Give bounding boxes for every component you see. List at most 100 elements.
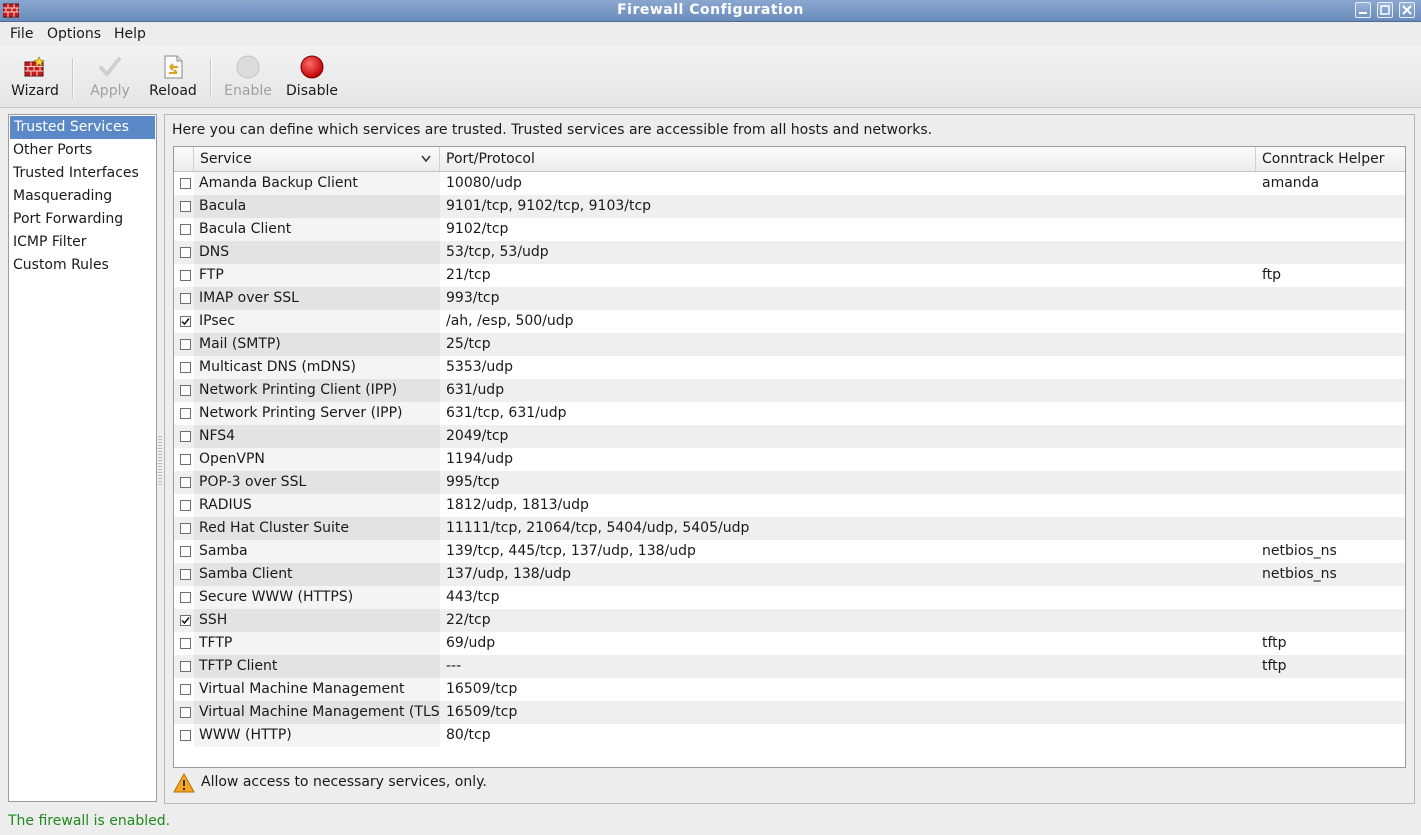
- table-row[interactable]: DNS 53/tcp, 53/udp: [174, 241, 1405, 264]
- service-checkbox[interactable]: [180, 569, 191, 580]
- menu-file[interactable]: File: [10, 26, 33, 42]
- disable-label: Disable: [286, 83, 338, 99]
- service-checkbox[interactable]: [180, 523, 191, 534]
- service-checkbox[interactable]: [180, 661, 191, 672]
- service-checkbox[interactable]: [180, 316, 191, 327]
- table-row[interactable]: SSH 22/tcp: [174, 609, 1405, 632]
- conntrack-helper-cell: [1256, 494, 1405, 517]
- sidebar-item-icmp-filter[interactable]: ICMP Filter: [9, 231, 156, 254]
- service-checkbox[interactable]: [180, 201, 191, 212]
- service-checkbox[interactable]: [180, 638, 191, 649]
- table-row[interactable]: Red Hat Cluster Suite 11111/tcp, 21064/tc…: [174, 517, 1405, 540]
- note-text: Allow access to necessary services, only…: [201, 774, 487, 790]
- table-row[interactable]: IPsec/ah, /esp, 500/udp: [174, 310, 1405, 333]
- service-checkbox[interactable]: [180, 500, 191, 511]
- service-name-cell: TFTP: [194, 632, 440, 655]
- service-checkbox[interactable]: [180, 546, 191, 557]
- menu-help[interactable]: Help: [114, 26, 146, 42]
- table-row[interactable]: OpenVPN 1194/udp: [174, 448, 1405, 471]
- checkbox-cell: [174, 218, 194, 241]
- service-checkbox[interactable]: [180, 454, 191, 465]
- table-row[interactable]: WWW (HTTP) 80/tcp: [174, 724, 1405, 747]
- service-checkbox[interactable]: [180, 178, 191, 189]
- table-row[interactable]: FTP 21/tcp ftp: [174, 264, 1405, 287]
- table-row[interactable]: IMAP over SSL 993/tcp: [174, 287, 1405, 310]
- checkmark-icon: [97, 54, 123, 80]
- service-name-cell: NFS4: [194, 425, 440, 448]
- table-row[interactable]: POP-3 over SSL 995/tcp: [174, 471, 1405, 494]
- service-checkbox[interactable]: [180, 270, 191, 281]
- service-checkbox[interactable]: [180, 293, 191, 304]
- header-helper[interactable]: Conntrack Helper: [1256, 147, 1405, 171]
- table-row[interactable]: Secure WWW (HTTPS) 443/tcp: [174, 586, 1405, 609]
- table-row[interactable]: NFS4 2049/tcp: [174, 425, 1405, 448]
- conntrack-helper-cell: [1256, 471, 1405, 494]
- table-row[interactable]: RADIUS 1812/udp, 1813/udp: [174, 494, 1405, 517]
- table-row[interactable]: TFTP 69/udp tftp: [174, 632, 1405, 655]
- reload-button[interactable]: Reload: [146, 46, 200, 106]
- conntrack-helper-cell: amanda: [1262, 175, 1320, 191]
- header-service[interactable]: Service: [194, 147, 440, 171]
- checkbox-cell: [174, 172, 194, 195]
- table-row[interactable]: Bacula 9101/tcp, 9102/tcp, 9103/tcp: [174, 195, 1405, 218]
- service-name-cell: Bacula Client: [194, 218, 440, 241]
- conntrack-helper-cell: netbios_ns: [1262, 543, 1337, 559]
- apply-button[interactable]: Apply: [84, 46, 136, 106]
- service-checkbox[interactable]: [180, 224, 191, 235]
- checkbox-cell: [174, 402, 194, 425]
- table-row[interactable]: Samba Client 137/udp, 138/udp netbios_ns: [174, 563, 1405, 586]
- sidebar-item-port-forwarding[interactable]: Port Forwarding: [9, 208, 156, 231]
- port-protocol-cell: 25/tcp: [446, 336, 491, 352]
- sidebar: Trusted Services Other Ports Trusted Int…: [8, 114, 157, 802]
- sidebar-item-trusted-interfaces[interactable]: Trusted Interfaces: [9, 162, 156, 185]
- table-row[interactable]: TFTP Client --- tftp: [174, 655, 1405, 678]
- service-name-cell: IMAP over SSL: [194, 287, 440, 310]
- table-row[interactable]: Multicast DNS (mDNS) 5353/udp: [174, 356, 1405, 379]
- conntrack-helper-cell: [1256, 241, 1405, 264]
- service-checkbox[interactable]: [180, 408, 191, 419]
- service-checkbox[interactable]: [180, 431, 191, 442]
- pane-resize-handle[interactable]: [158, 436, 162, 486]
- wizard-button[interactable]: Wizard: [6, 46, 64, 106]
- table-row[interactable]: Network Printing Client (IPP) 631/udp: [174, 379, 1405, 402]
- conntrack-helper-cell: [1256, 609, 1405, 632]
- table-row[interactable]: Mail (SMTP) 25/tcp: [174, 333, 1405, 356]
- header-checkbox-column[interactable]: [174, 147, 194, 171]
- service-checkbox[interactable]: [180, 339, 191, 350]
- service-checkbox[interactable]: [180, 592, 191, 603]
- service-checkbox[interactable]: [180, 730, 191, 741]
- checkbox-cell: [174, 471, 194, 494]
- sidebar-item-custom-rules[interactable]: Custom Rules: [9, 254, 156, 277]
- menu-options[interactable]: Options: [47, 26, 101, 42]
- sidebar-item-masquerading[interactable]: Masquerading: [9, 185, 156, 208]
- checkbox-cell: [174, 609, 194, 632]
- checkbox-cell: [174, 540, 194, 563]
- header-port[interactable]: Port/Protocol: [440, 147, 1256, 171]
- port-protocol-cell: 69/udp: [446, 635, 496, 651]
- service-checkbox[interactable]: [180, 615, 191, 626]
- service-checkbox[interactable]: [180, 477, 191, 488]
- checkbox-cell: [174, 563, 194, 586]
- close-button[interactable]: [1399, 2, 1415, 18]
- port-protocol-cell: /ah, /esp, 500/udp: [446, 313, 574, 329]
- sidebar-item-other-ports[interactable]: Other Ports: [9, 139, 156, 162]
- table-row[interactable]: Virtual Machine Management (TLS) 16509/tc…: [174, 701, 1405, 724]
- service-name-cell: OpenVPN: [194, 448, 440, 471]
- enable-button[interactable]: Enable: [220, 46, 276, 106]
- service-checkbox[interactable]: [180, 385, 191, 396]
- sidebar-item-trusted-services[interactable]: Trusted Services: [10, 116, 155, 139]
- service-checkbox[interactable]: [180, 247, 191, 258]
- table-row[interactable]: Network Printing Server (IPP) 631/tcp, 63…: [174, 402, 1405, 425]
- table-row[interactable]: Amanda Backup Client 10080/udp amanda: [174, 172, 1405, 195]
- window-title: Firewall Configuration: [617, 2, 804, 18]
- table-row[interactable]: Samba 139/tcp, 445/tcp, 137/udp, 138/udp n…: [174, 540, 1405, 563]
- minimize-button[interactable]: [1355, 2, 1371, 18]
- disable-button[interactable]: Disable: [282, 46, 342, 106]
- table-row[interactable]: Virtual Machine Management 16509/tcp: [174, 678, 1405, 701]
- maximize-button[interactable]: [1377, 2, 1393, 18]
- service-checkbox[interactable]: [180, 362, 191, 373]
- checkbox-cell: [174, 494, 194, 517]
- service-checkbox[interactable]: [180, 707, 191, 718]
- table-row[interactable]: Bacula Client 9102/tcp: [174, 218, 1405, 241]
- service-checkbox[interactable]: [180, 684, 191, 695]
